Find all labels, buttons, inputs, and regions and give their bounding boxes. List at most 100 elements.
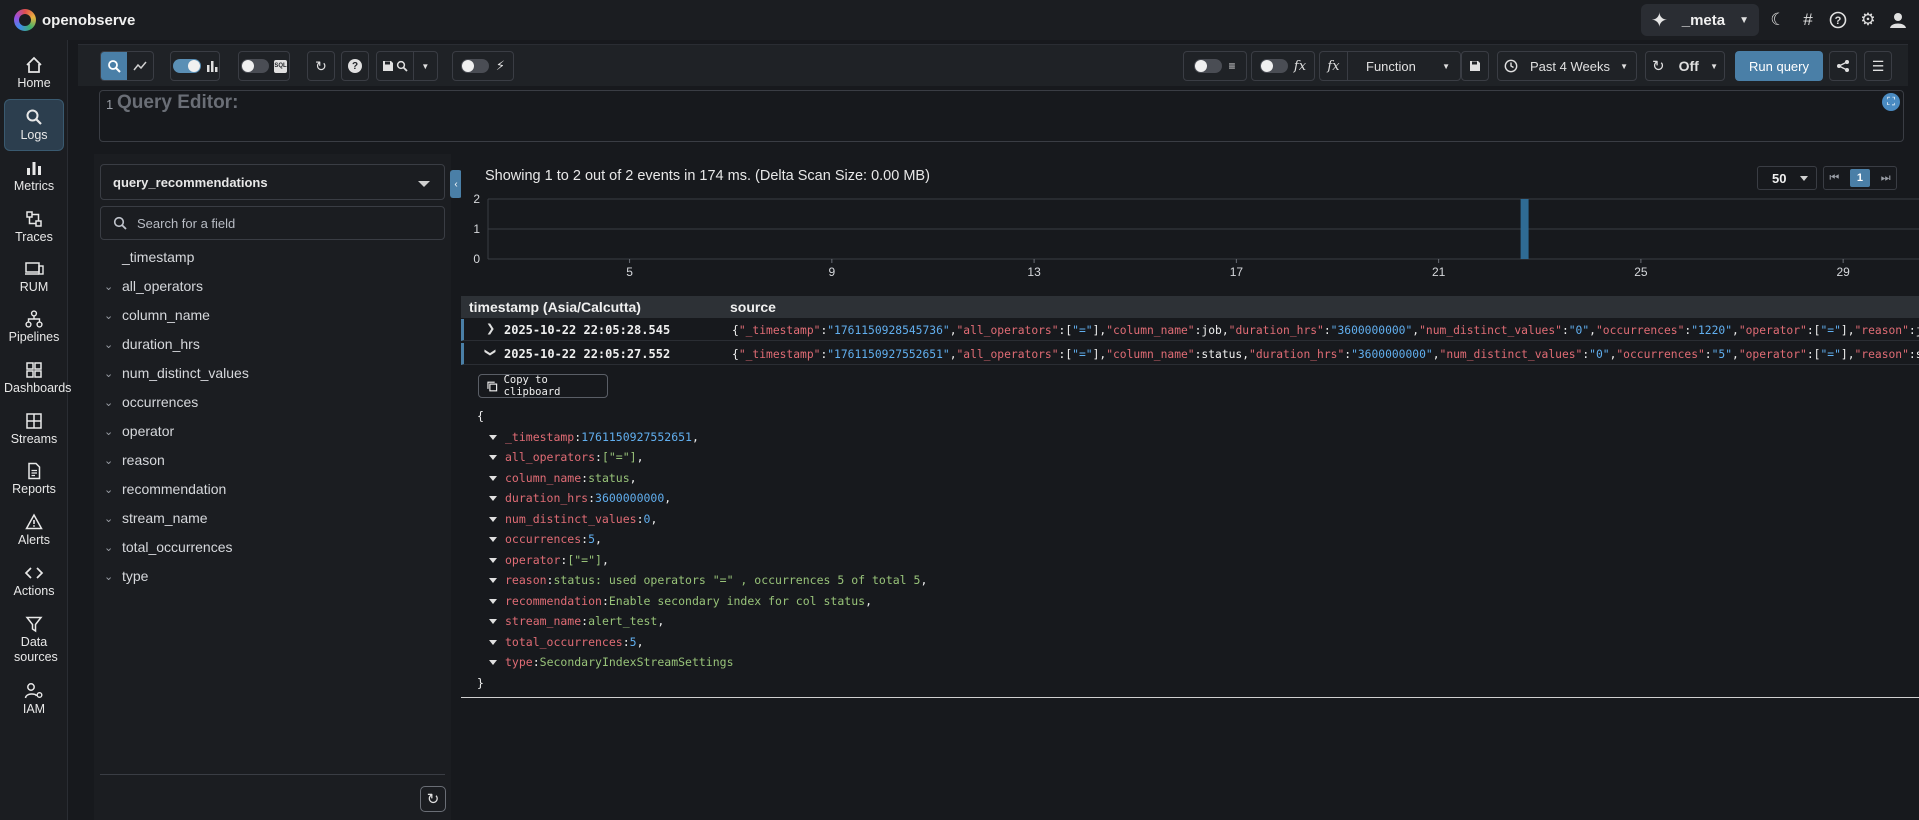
time-range-picker[interactable]: Past 4 Weeks ▼ <box>1497 51 1637 81</box>
caret-down-icon[interactable] <box>489 475 497 481</box>
wrap-toggle[interactable]: ≡ <box>1183 51 1247 81</box>
json-field-row[interactable]: reason:status: used operators "=" , occu… <box>477 570 927 591</box>
last-page-icon[interactable]: ⏭ <box>1881 172 1891 185</box>
copy-to-clipboard-button[interactable]: Copy to clipboard <box>478 374 608 398</box>
caret-down-icon[interactable] <box>489 537 497 542</box>
histogram-toggle[interactable] <box>170 51 220 81</box>
current-page-button[interactable]: 1 <box>1849 169 1870 187</box>
live-mode-switch[interactable] <box>460 59 489 73</box>
histogram-switch[interactable] <box>172 59 201 73</box>
stream-selector[interactable]: query_recommendations <box>100 164 445 200</box>
nav-reports[interactable]: Reports <box>4 460 64 502</box>
ai-sparkle-icon[interactable]: ✦ <box>1651 8 1668 33</box>
field-item[interactable]: ⌄ num_distinct_values <box>104 365 249 381</box>
table-row[interactable]: ❯ 2025-10-22 22:05:28.545 {"_timestamp":… <box>461 319 1919 341</box>
chevron-right-icon[interactable]: ❯ <box>486 322 495 335</box>
json-field-row[interactable]: column_name:status, <box>477 468 927 489</box>
field-item[interactable]: ⌄ recommendation <box>104 481 226 497</box>
field-item[interactable]: ⌄ duration_hrs <box>104 336 200 352</box>
saved-views-dropdown[interactable]: ▼ <box>414 51 437 81</box>
json-field-row[interactable]: operator:["="], <box>477 550 927 571</box>
nav-traces[interactable]: Traces <box>4 208 64 250</box>
refresh-interval-picker[interactable]: ↻ Off ▼ <box>1645 51 1725 81</box>
caret-down-icon[interactable] <box>489 516 497 522</box>
page-size-select[interactable]: 50 <box>1757 166 1817 190</box>
run-query-button[interactable]: Run query <box>1735 51 1823 81</box>
caret-down-icon[interactable] <box>489 455 497 460</box>
wrap-switch[interactable] <box>1194 59 1223 73</box>
search-icon <box>5 106 63 128</box>
query-editor[interactable]: 1 Query Editor: ⛶ <box>99 90 1904 142</box>
sql-mode-switch[interactable] <box>241 59 269 73</box>
nav-dashboards[interactable]: Dashboards <box>4 359 71 401</box>
function-switch[interactable] <box>1259 59 1288 73</box>
save-function-button[interactable] <box>1461 51 1489 81</box>
caret-down-icon[interactable] <box>489 557 497 563</box>
help-button[interactable]: ? <box>341 51 369 81</box>
nav-streams[interactable]: Streams <box>4 410 64 452</box>
json-field-row[interactable]: occurrences:5, <box>477 529 927 550</box>
live-mode-toggle[interactable]: ⚡ <box>452 51 514 81</box>
caret-down-icon[interactable] <box>489 619 497 624</box>
caret-down-icon[interactable] <box>489 434 497 440</box>
nav-pipelines[interactable]: Pipelines <box>4 308 64 350</box>
more-menu-button[interactable]: ☰ <box>1864 51 1892 81</box>
caret-down-icon[interactable] <box>489 660 497 665</box>
nav-iam[interactable]: IAM <box>4 680 64 722</box>
slack-icon[interactable]: # <box>1797 9 1819 31</box>
nav-alerts[interactable]: Alerts <box>4 511 64 553</box>
help-icon[interactable]: ? <box>1827 9 1849 31</box>
field-item[interactable]: ⌄ type <box>104 568 148 584</box>
save-search-button[interactable] <box>377 51 414 81</box>
function-toggle[interactable]: fx <box>1251 51 1315 81</box>
user-avatar-icon[interactable] <box>1887 9 1909 31</box>
nav-metrics[interactable]: Metrics <box>4 157 64 199</box>
dark-mode-icon[interactable]: ☾ <box>1767 9 1789 31</box>
function-selector[interactable]: fx Function ▼ <box>1319 51 1461 81</box>
json-field-row[interactable]: stream_name:alert_test, <box>477 611 927 632</box>
share-button[interactable] <box>1829 51 1857 81</box>
json-field-row[interactable]: num_distinct_values:0, <box>477 509 927 530</box>
org-selector[interactable]: ✦ _meta ▼ <box>1640 4 1759 36</box>
reset-fields-button[interactable]: ↻ <box>420 786 446 812</box>
field-item[interactable]: ⌄ reason <box>104 452 165 468</box>
field-item[interactable]: ⌄ total_occurrences <box>104 539 233 555</box>
nav-logs[interactable]: Logs <box>4 99 64 151</box>
field-item[interactable]: _timestamp <box>104 249 194 265</box>
nav-rum[interactable]: RUM <box>4 258 64 300</box>
caret-down-icon[interactable] <box>489 578 497 583</box>
json-field-row[interactable]: total_occurrences:5, <box>477 632 927 653</box>
field-item[interactable]: ⌄ operator <box>104 423 174 439</box>
chevron-down-icon[interactable]: ❯ <box>484 348 497 357</box>
json-field-row[interactable]: duration_hrs:3600000000, <box>477 488 927 509</box>
visualize-mode-button[interactable] <box>127 52 153 80</box>
nav-home[interactable]: Home <box>4 54 64 96</box>
field-search-input[interactable]: Search for a field <box>100 206 445 240</box>
settings-gear-icon[interactable]: ⚙ <box>1857 9 1879 31</box>
reset-button[interactable]: ↻ <box>307 51 335 81</box>
nav-data-sources[interactable]: Data sources <box>4 613 64 669</box>
caret-down-icon[interactable] <box>489 496 497 501</box>
column-header-timestamp[interactable]: timestamp (Asia/Calcutta) <box>469 299 641 315</box>
json-field-row[interactable]: _timestamp:1761150927552651, <box>477 427 927 448</box>
search-mode-button[interactable] <box>101 52 127 80</box>
caret-down-icon[interactable] <box>489 639 497 645</box>
function-label: Function <box>1366 58 1416 74</box>
caret-down-icon[interactable] <box>489 598 497 604</box>
header-actions: ✦ _meta ▼ ☾ # ? ⚙ <box>1640 4 1909 36</box>
field-item[interactable]: ⌄ occurrences <box>104 394 198 410</box>
nav-actions[interactable]: Actions <box>4 562 64 604</box>
sql-mode-toggle[interactable]: SQL <box>238 51 290 81</box>
app-logo[interactable]: openobserve <box>14 9 135 31</box>
field-item[interactable]: ⌄ stream_name <box>104 510 208 526</box>
json-field-row[interactable]: recommendation:Enable secondary index fo… <box>477 591 927 612</box>
column-header-source[interactable]: source <box>730 299 776 315</box>
table-row[interactable]: ❯ 2025-10-22 22:05:27.552 {"_timestamp":… <box>461 343 1919 365</box>
field-item[interactable]: ⌄ column_name <box>104 307 210 323</box>
json-field-row[interactable]: all_operators:["="], <box>477 447 927 468</box>
field-item[interactable]: ⌄ all_operators <box>104 278 203 294</box>
fullscreen-editor-button[interactable]: ⛶ <box>1882 93 1900 111</box>
filter-icon <box>4 613 64 635</box>
first-page-icon[interactable]: ⏮ <box>1829 172 1839 185</box>
json-field-row[interactable]: type:SecondaryIndexStreamSettings <box>477 652 927 673</box>
